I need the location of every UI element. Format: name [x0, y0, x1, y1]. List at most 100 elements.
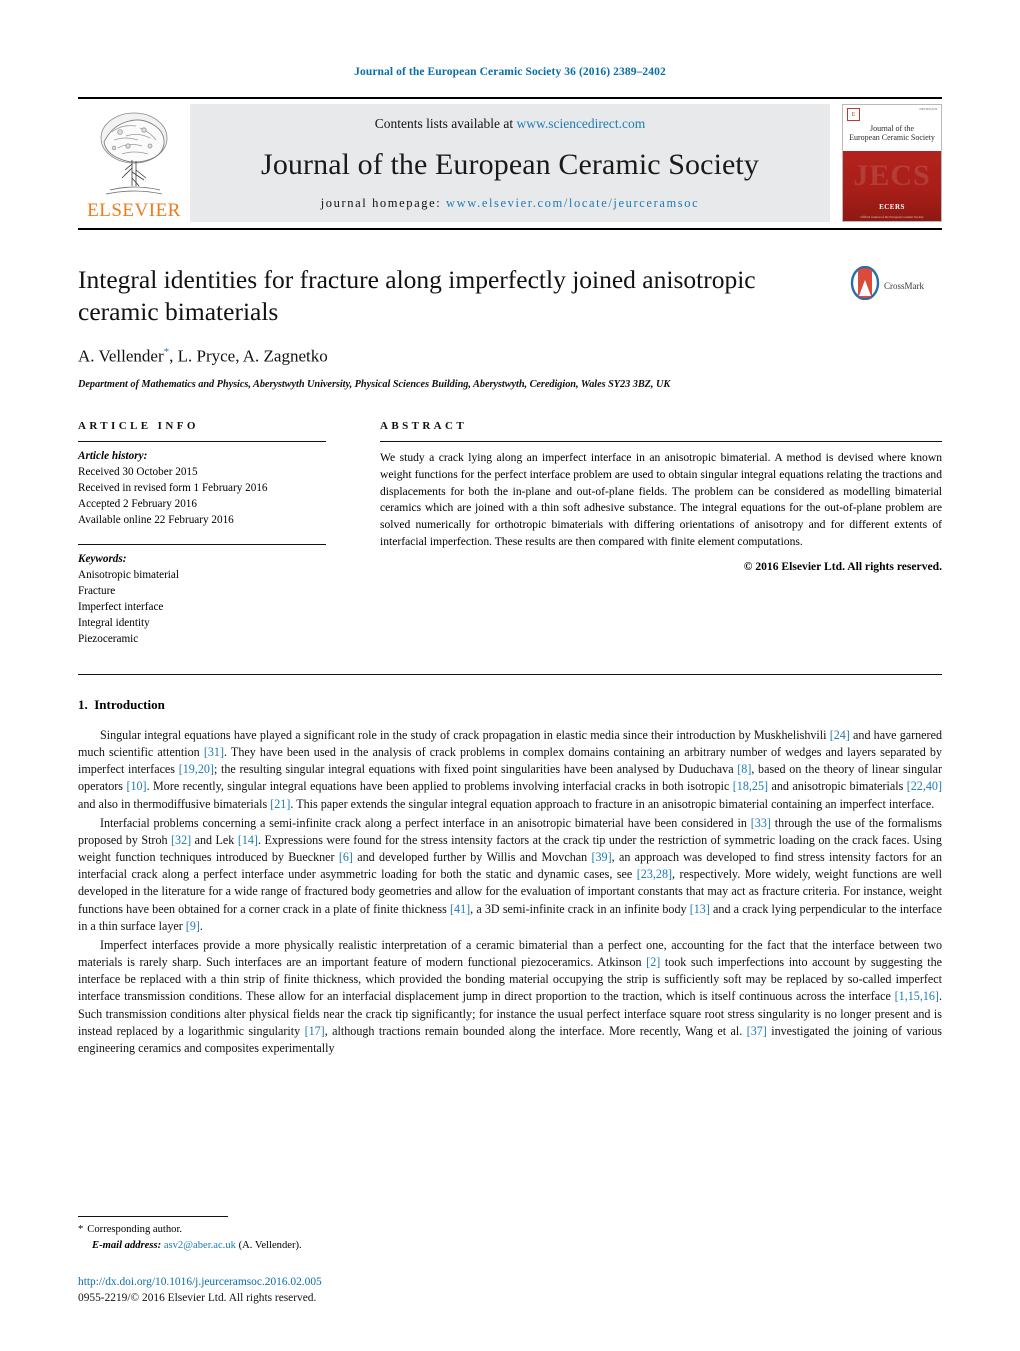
citation-link[interactable]: [31]	[204, 745, 224, 759]
paragraph-text: Interfacial problems concerning a semi-i…	[100, 815, 751, 830]
abstract-copyright: © 2016 Elsevier Ltd. All rights reserved…	[743, 559, 942, 573]
citation-link[interactable]: [32]	[171, 833, 191, 847]
author-corresponding: A. Vellender	[78, 346, 164, 366]
citation-link[interactable]: [24]	[830, 728, 850, 742]
history-item: Received in revised form 1 February 2016	[78, 481, 268, 494]
paragraph-text: , although tractions remain bounded alon…	[324, 1023, 747, 1038]
citation-link[interactable]: [17]	[305, 1024, 325, 1038]
body-separator-rule	[78, 673, 942, 675]
email-link[interactable]: asv2@aber.ac.uk	[164, 1240, 236, 1251]
contents-lists-prefix: Contents lists available at	[374, 116, 517, 131]
keyword-item: Anisotropic bimaterial	[78, 569, 179, 582]
journal-title: Journal of the European Ceramic Society	[261, 147, 759, 181]
citation-link[interactable]: [9]	[186, 919, 200, 933]
paragraph-text: .	[199, 918, 203, 933]
doi-link[interactable]: http://dx.doi.org/10.1016/j.jeurceramsoc…	[78, 1274, 322, 1291]
citation-link[interactable]: [19,20]	[179, 762, 214, 776]
journal-homepage-link[interactable]: www.elsevier.com/locate/jeurceramsoc	[446, 196, 699, 210]
citation-link[interactable]: [18,25]	[733, 779, 768, 793]
elsevier-logo: ELSEVIER	[78, 104, 190, 222]
abstract-text: We study a crack lying along an imperfec…	[380, 450, 942, 548]
author-list: A. Vellender*, L. Pryce, A. Zagnetko	[78, 346, 942, 367]
footnote-star: *	[78, 1224, 84, 1236]
keywords-label: Keywords:	[78, 553, 127, 566]
contents-lists-line: Contents lists available at www.scienced…	[375, 116, 646, 132]
cover-elsevier-icon: E	[847, 108, 860, 121]
email-owner: (A. Vellender).	[238, 1239, 302, 1251]
footnote-rule	[78, 1216, 228, 1218]
keywords-group: Keywords: Anisotropic bimaterial Fractur…	[78, 545, 326, 647]
paragraph-text: and developed further by Willis and Movc…	[352, 850, 592, 865]
cover-ghost-text: JECS	[853, 159, 931, 192]
homepage-prefix: journal homepage:	[320, 196, 447, 210]
article-history-label: Article history:	[78, 449, 148, 462]
citation-link[interactable]: [8]	[737, 762, 751, 776]
article-info-column: ARTICLE INFO Article history: Received 3…	[78, 420, 326, 648]
paragraph-text: . This paper extends the singular integr…	[290, 796, 935, 811]
citation-link[interactable]: [14]	[238, 833, 258, 847]
paragraph-text: , a 3D semi-infinite crack in an infinit…	[470, 901, 690, 916]
keyword-item: Imperfect interface	[78, 601, 164, 614]
page-title: Integral identities for fracture along i…	[78, 265, 756, 327]
citation-link[interactable]: [13]	[690, 902, 710, 916]
author-others: , L. Pryce, A. Zagnetko	[169, 346, 328, 366]
cover-topbar: E ISSN 0955-2219	[847, 108, 937, 121]
citation-link[interactable]: [21]	[270, 797, 290, 811]
paragraph-text: ; the resulting singular integral equati…	[213, 762, 738, 777]
history-item: Available online 22 February 2016	[78, 513, 234, 526]
citation-link[interactable]: [22,40]	[907, 779, 942, 793]
running-head: Journal of the European Ceramic Society …	[354, 66, 666, 78]
masthead-bottom-rule	[78, 228, 942, 230]
elsevier-tree-icon	[92, 108, 176, 200]
elsevier-wordmark: ELSEVIER	[87, 200, 181, 221]
page-footer: http://dx.doi.org/10.1016/j.jeurceramsoc…	[78, 1274, 322, 1307]
citation-link[interactable]: [33]	[751, 816, 771, 830]
citation-link[interactable]: [37]	[747, 1024, 767, 1038]
section-number: 1.	[78, 696, 88, 712]
issn-copyright-line: 0955-2219/© 2016 Elsevier Ltd. All right…	[78, 1292, 317, 1305]
paragraph-text: and also in thermodiffusive bimaterials	[78, 796, 271, 811]
abstract-column: ABSTRACT We study a crack lying along an…	[380, 420, 942, 648]
keyword-item: Integral identity	[78, 617, 150, 630]
journal-cover-thumbnail: E ISSN 0955-2219 Journal of the European …	[842, 104, 942, 222]
info-abstract-region: ARTICLE INFO Article history: Received 3…	[78, 420, 942, 648]
crossmark-label: CrossMark	[884, 280, 924, 291]
citation-link[interactable]: [23,28]	[637, 867, 672, 881]
paragraph: Singular integral equations have played …	[78, 727, 942, 813]
crossmark-icon	[850, 265, 880, 305]
history-item: Received 30 October 2015	[78, 465, 198, 478]
affiliation: Department of Mathematics and Physics, A…	[78, 378, 671, 390]
citation-link[interactable]: [1,15,16]	[895, 989, 939, 1003]
citation-link[interactable]: [41]	[450, 902, 470, 916]
article-info-heading: ARTICLE INFO	[78, 419, 199, 432]
paragraph-text: and Lek	[191, 832, 238, 847]
masthead-center-panel: Contents lists available at www.scienced…	[190, 104, 830, 222]
section-heading-introduction: 1. Introduction	[78, 697, 942, 713]
column-gap	[326, 420, 380, 648]
article-history-group: Article history: Received 30 October 201…	[78, 442, 326, 529]
cover-journal-title: Journal of the European Ceramic Society	[849, 124, 935, 142]
paragraph: Imperfect interfaces provide a more phys…	[78, 937, 942, 1057]
footnote-email-line: E-mail address: asv2@aber.ac.uk (A. Vell…	[78, 1238, 498, 1253]
paragraph-text: Singular integral equations have played …	[100, 727, 830, 742]
title-block: CrossMark Integral identities for fractu…	[78, 264, 942, 390]
email-address-label: E-mail address:	[92, 1239, 162, 1251]
crossmark-badge[interactable]: CrossMark	[850, 265, 942, 305]
cover-society-mark: ECERS	[879, 203, 905, 211]
cover-issn-text: ISSN 0955-2219	[919, 108, 937, 111]
citation-link[interactable]: [2]	[646, 955, 660, 969]
footnote-corresponding-text: Corresponding author.	[87, 1224, 183, 1236]
paragraph: Interfacial problems concerning a semi-i…	[78, 815, 942, 935]
citation-link[interactable]: [10]	[126, 779, 146, 793]
keyword-item: Fracture	[78, 585, 116, 598]
citation-link[interactable]: [6]	[339, 850, 353, 864]
paper-page: Journal of the European Ceramic Society …	[0, 0, 1020, 1351]
cover-top-section: E ISSN 0955-2219 Journal of the European …	[843, 105, 941, 151]
sciencedirect-link[interactable]: www.sciencedirect.com	[516, 116, 645, 131]
citation-link[interactable]: [39]	[591, 850, 611, 864]
footnote-corresponding-line: * Corresponding author.	[78, 1222, 498, 1237]
cover-artwork: JECS ECERS Official Journal of the Europ…	[843, 151, 941, 221]
abstract-heading: ABSTRACT	[380, 419, 468, 432]
history-item: Accepted 2 February 2016	[78, 497, 197, 510]
